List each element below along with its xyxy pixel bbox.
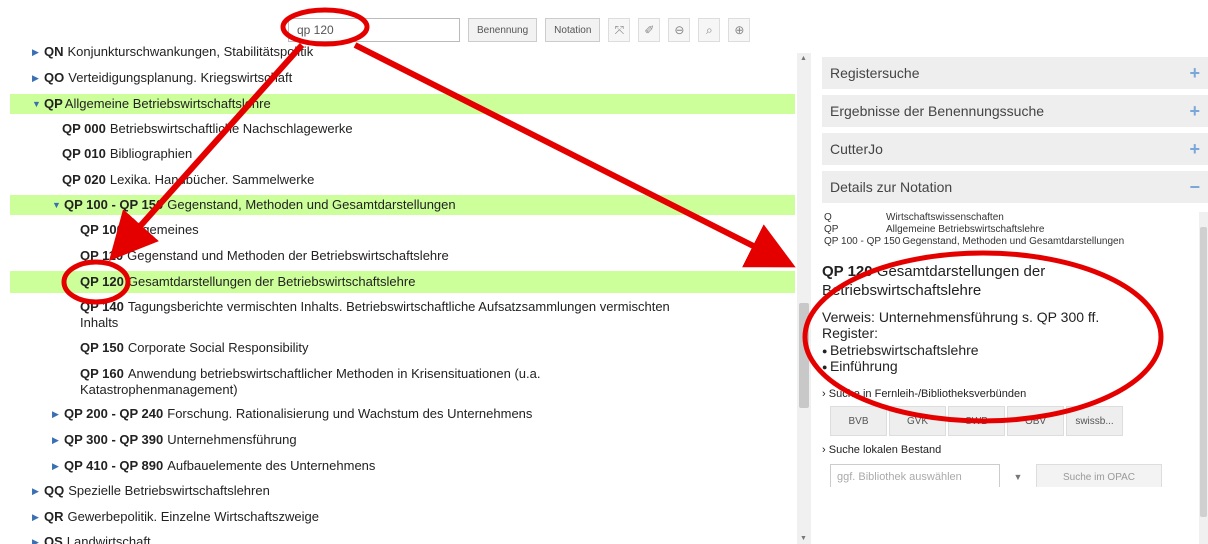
panel-scrollbar[interactable] — [1199, 212, 1208, 544]
tree-row-qp100-150[interactable]: ▼ QP 100 - QP 150 Gegenstand, Methoden und… — [10, 195, 795, 215]
accordion-registersuche[interactable]: Registersuche + — [822, 57, 1208, 92]
accordion-cutterjo[interactable]: CutterJo + — [822, 133, 1208, 168]
tree-row-qq[interactable]: ▶ QQ Spezielle Betriebswirtschaftslehren — [32, 483, 795, 499]
accordion-details[interactable]: Details zur Notation − — [822, 171, 1208, 206]
tree-scroll-thumb[interactable] — [799, 303, 809, 408]
details-content: Q Wirtschaftswissenschaften QP Allgemeine … — [822, 212, 1208, 487]
tree-row-qp010[interactable]: QP 010 Bibliographien — [62, 146, 795, 162]
tree-row-qp100[interactable]: QP 100 Allgemeines — [80, 222, 795, 238]
zoom-in-icon[interactable]: ⊕ — [728, 18, 751, 42]
library-button-swissbib[interactable]: swissb... — [1066, 406, 1123, 436]
verweis: Verweis: Unternehmensführung s. QP 300 f… — [822, 309, 1100, 325]
plus-icon[interactable]: + — [1189, 101, 1200, 122]
local-search-row: ggf. Bibliothek auswählen ▼ Suche im OPA… — [830, 464, 1208, 487]
tree-row-qp110[interactable]: QP 110 Gegenstand und Methoden der Betrie… — [80, 248, 795, 264]
caret-right-icon[interactable]: ▶ — [32, 70, 42, 86]
minus-icon[interactable]: − — [1189, 177, 1200, 198]
zoom-out-icon[interactable]: ⊖ — [668, 18, 691, 42]
library-select[interactable]: ggf. Bibliothek auswählen — [830, 464, 1000, 487]
caret-right-icon[interactable]: ▶ — [32, 534, 42, 544]
register-item[interactable]: Betriebswirtschaftslehre — [822, 342, 1208, 358]
tree-row-qp140[interactable]: QP 140 Tagungsberichte vermischten Inhalt… — [80, 299, 700, 331]
plus-icon[interactable]: + — [1189, 139, 1200, 160]
hierarchy-path: Q Wirtschaftswissenschaften QP Allgemeine … — [824, 212, 1125, 247]
panel-scroll-thumb[interactable] — [1200, 227, 1207, 517]
register-list: Betriebswirtschaftslehre Einführung — [822, 342, 1208, 374]
caret-right-icon[interactable]: ▶ — [52, 458, 62, 474]
toolbar: Benennung Notation ⤧ ✐ ⊖ ⌕ ⊕ — [288, 17, 751, 43]
notation-tree: ▶ QN Konjunkturschwankungen, Stabilitätspo… — [0, 42, 795, 544]
accordion-ergebnisse[interactable]: Ergebnisse der Benennungssuche + — [822, 95, 1208, 130]
library-button-swb[interactable]: SWB — [948, 406, 1005, 436]
caret-down-icon[interactable]: ▼ — [52, 197, 62, 213]
expand-icon[interactable]: ⤧ — [608, 18, 631, 42]
caret-right-icon[interactable]: ▶ — [52, 432, 62, 448]
tree-row-qp120-selected[interactable]: QP 120 Gesamtdarstellungen der Betriebswi… — [10, 271, 795, 293]
benennung-button[interactable]: Benennung — [468, 18, 538, 42]
tree-row-qp[interactable]: ▼ QP Allgemeine Betriebswirtschaftslehre — [10, 94, 795, 114]
tree-row-qp300-390[interactable]: ▶ QP 300 - QP 390 Unternehmensführung — [52, 432, 795, 448]
right-panel: Registersuche + Ergebnisse der Benennungs… — [822, 57, 1208, 544]
chevron-down-icon[interactable]: ▼ — [1008, 472, 1028, 482]
scroll-down-icon[interactable]: ▼ — [800, 535, 807, 542]
eraser-icon[interactable]: ✐ — [638, 18, 661, 42]
tree-row-qp200-240[interactable]: ▶ QP 200 - QP 240 Forschung. Rationalisier… — [52, 406, 795, 422]
scroll-up-icon[interactable]: ▲ — [800, 55, 807, 62]
search-input[interactable] — [288, 18, 460, 42]
library-button-obv[interactable]: OBV — [1007, 406, 1064, 436]
tree-row-qp410-890[interactable]: ▶ QP 410 - QP 890 Aufbauelemente des Unter… — [52, 458, 795, 474]
plus-icon[interactable]: + — [1189, 63, 1200, 84]
register-label: Register: — [822, 325, 879, 341]
tree-row-qs[interactable]: ▶ QS Landwirtschaft — [32, 534, 795, 544]
tree-row-qp020[interactable]: QP 020 Lexika. Handbücher. Sammelwerke — [62, 172, 795, 188]
caret-right-icon[interactable]: ▶ — [32, 483, 42, 499]
suche-fern-toggle[interactable]: › Suche in Fernleih-/Bibliotheksverbünde… — [822, 388, 1208, 400]
caret-right-icon[interactable]: ▶ — [32, 509, 42, 525]
tree-row-qr[interactable]: ▶ QR Gewerbepolitik. Einzelne Wirtschaftsz… — [32, 509, 795, 525]
register-item[interactable]: Einführung — [822, 358, 1208, 374]
tree-row-qp000[interactable]: QP 000 Betriebswirtschaftliche Nachschlag… — [62, 121, 795, 137]
tree-row-qp150[interactable]: QP 150 Corporate Social Responsibility — [80, 340, 795, 356]
caret-right-icon[interactable]: ▶ — [52, 406, 62, 422]
library-button-gvk[interactable]: GVK — [889, 406, 946, 436]
tree-row-qn[interactable]: ▶ QN Konjunkturschwankungen, Stabilitätspo… — [32, 44, 732, 60]
library-buttons: BVB GVK SWB OBV swissb... — [830, 406, 1208, 436]
library-button-bvb[interactable]: BVB — [830, 406, 887, 436]
opac-search-button[interactable]: Suche im OPAC — [1036, 464, 1162, 487]
tree-scrollbar[interactable]: ▲ ▼ — [797, 53, 811, 544]
tree-row-qp160[interactable]: QP 160 Anwendung betriebswirtschaftlicher… — [80, 366, 580, 398]
notation-button[interactable]: Notation — [545, 18, 601, 42]
notation-title: QP 120 Gesamtdarstellungen der Betriebsw… — [822, 263, 1046, 299]
zoom-reset-icon[interactable]: ⌕ — [698, 18, 721, 42]
suche-lokal-toggle[interactable]: › Suche lokalen Bestand — [822, 444, 1208, 456]
caret-right-icon[interactable]: ▶ — [32, 44, 42, 60]
tree-row-qo[interactable]: ▶ QO Verteidigungsplanung. Kriegswirtschaf… — [32, 70, 795, 86]
caret-down-icon[interactable]: ▼ — [32, 96, 42, 112]
